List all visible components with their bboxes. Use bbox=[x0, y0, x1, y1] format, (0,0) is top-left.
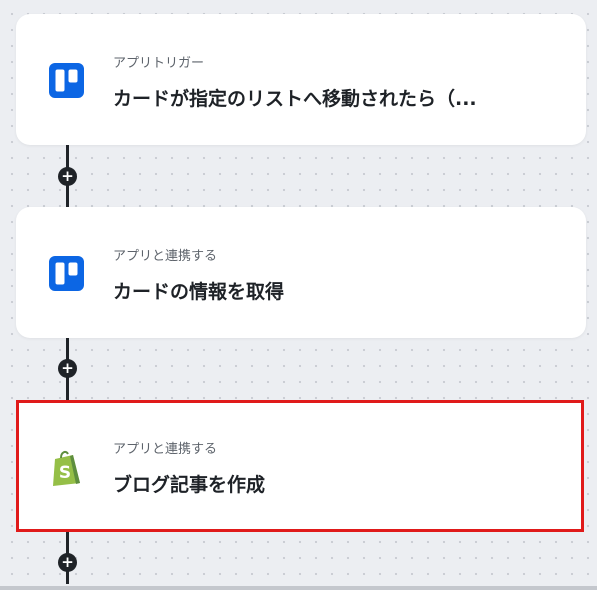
step-title: カードが指定のリストへ移動されたら（... bbox=[113, 88, 477, 110]
add-step-button[interactable]: + bbox=[58, 359, 77, 378]
step-caption: アプリと連携する bbox=[113, 442, 218, 457]
bottom-divider bbox=[0, 586, 597, 590]
step-caption: アプリトリガー bbox=[113, 56, 205, 71]
add-step-button[interactable]: + bbox=[58, 553, 77, 572]
step-title: ブログ記事を作成 bbox=[113, 474, 266, 496]
workflow-step-get-card-info[interactable]: アプリと連携する カードの情報を取得 bbox=[16, 207, 586, 338]
workflow-step-create-blog-post[interactable]: S アプリと連携する ブログ記事を作成 bbox=[16, 400, 584, 532]
add-step-button[interactable]: + bbox=[58, 167, 77, 186]
svg-text:S: S bbox=[59, 463, 71, 483]
trello-icon bbox=[49, 63, 84, 98]
step-title: カードの情報を取得 bbox=[113, 281, 285, 303]
trello-icon bbox=[49, 256, 84, 291]
workflow-step-trigger[interactable]: アプリトリガー カードが指定のリストへ移動されたら（... bbox=[16, 14, 586, 145]
shopify-icon: S bbox=[49, 449, 84, 486]
step-caption: アプリと連携する bbox=[113, 249, 218, 264]
